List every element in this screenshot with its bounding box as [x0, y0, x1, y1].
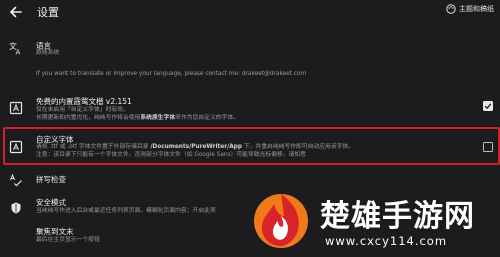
watermark-brand: 楚雄手游网: [320, 199, 475, 234]
font-box-icon: [9, 100, 23, 115]
translate-icon: 文 A: [9, 40, 23, 57]
translate-hint: If you want to translate or improve your…: [36, 71, 307, 77]
focus-end-subtitle: 最后在主页显示一个按钮: [36, 237, 100, 243]
safe-mode-subtitle: 当纯纯写作进入后台或最近任务列表页面，模糊化页面内容；开启此项: [36, 208, 216, 214]
setting-language[interactable]: 文 A 语言 跟随系统: [0, 36, 500, 60]
spellcheck-icon: [9, 172, 23, 187]
theme-button-label: 主题和稿纸: [459, 5, 494, 13]
svg-text:A: A: [16, 49, 21, 56]
spell-check-title: 拼写检查: [36, 175, 66, 184]
highlight-box: [3, 127, 500, 165]
watermark-logo: [254, 194, 308, 248]
shield-icon: [9, 200, 23, 214]
setting-builtin-font[interactable]: 免费的内置霞鹜文楷 v2.151 仅在未启用「自定义字体」时有效。 长期更新和内…: [0, 94, 500, 124]
builtin-font-desc-line2: 长期更新和内置优化，纯纯写作将会使用系统原生字体来作为您自定义的字体。: [36, 115, 239, 121]
palette-icon: [446, 4, 456, 14]
top-app-bar: 设置 主题和稿纸: [0, 0, 500, 26]
builtin-font-checkbox[interactable]: [483, 101, 493, 111]
theme-and-paper-button[interactable]: 主题和稿纸: [446, 4, 494, 14]
page-title: 设置: [37, 6, 59, 19]
back-arrow-icon[interactable]: [8, 4, 24, 20]
watermark-url: www.cxcy114.com: [325, 234, 448, 248]
language-subtitle: 跟随系统: [36, 50, 60, 56]
